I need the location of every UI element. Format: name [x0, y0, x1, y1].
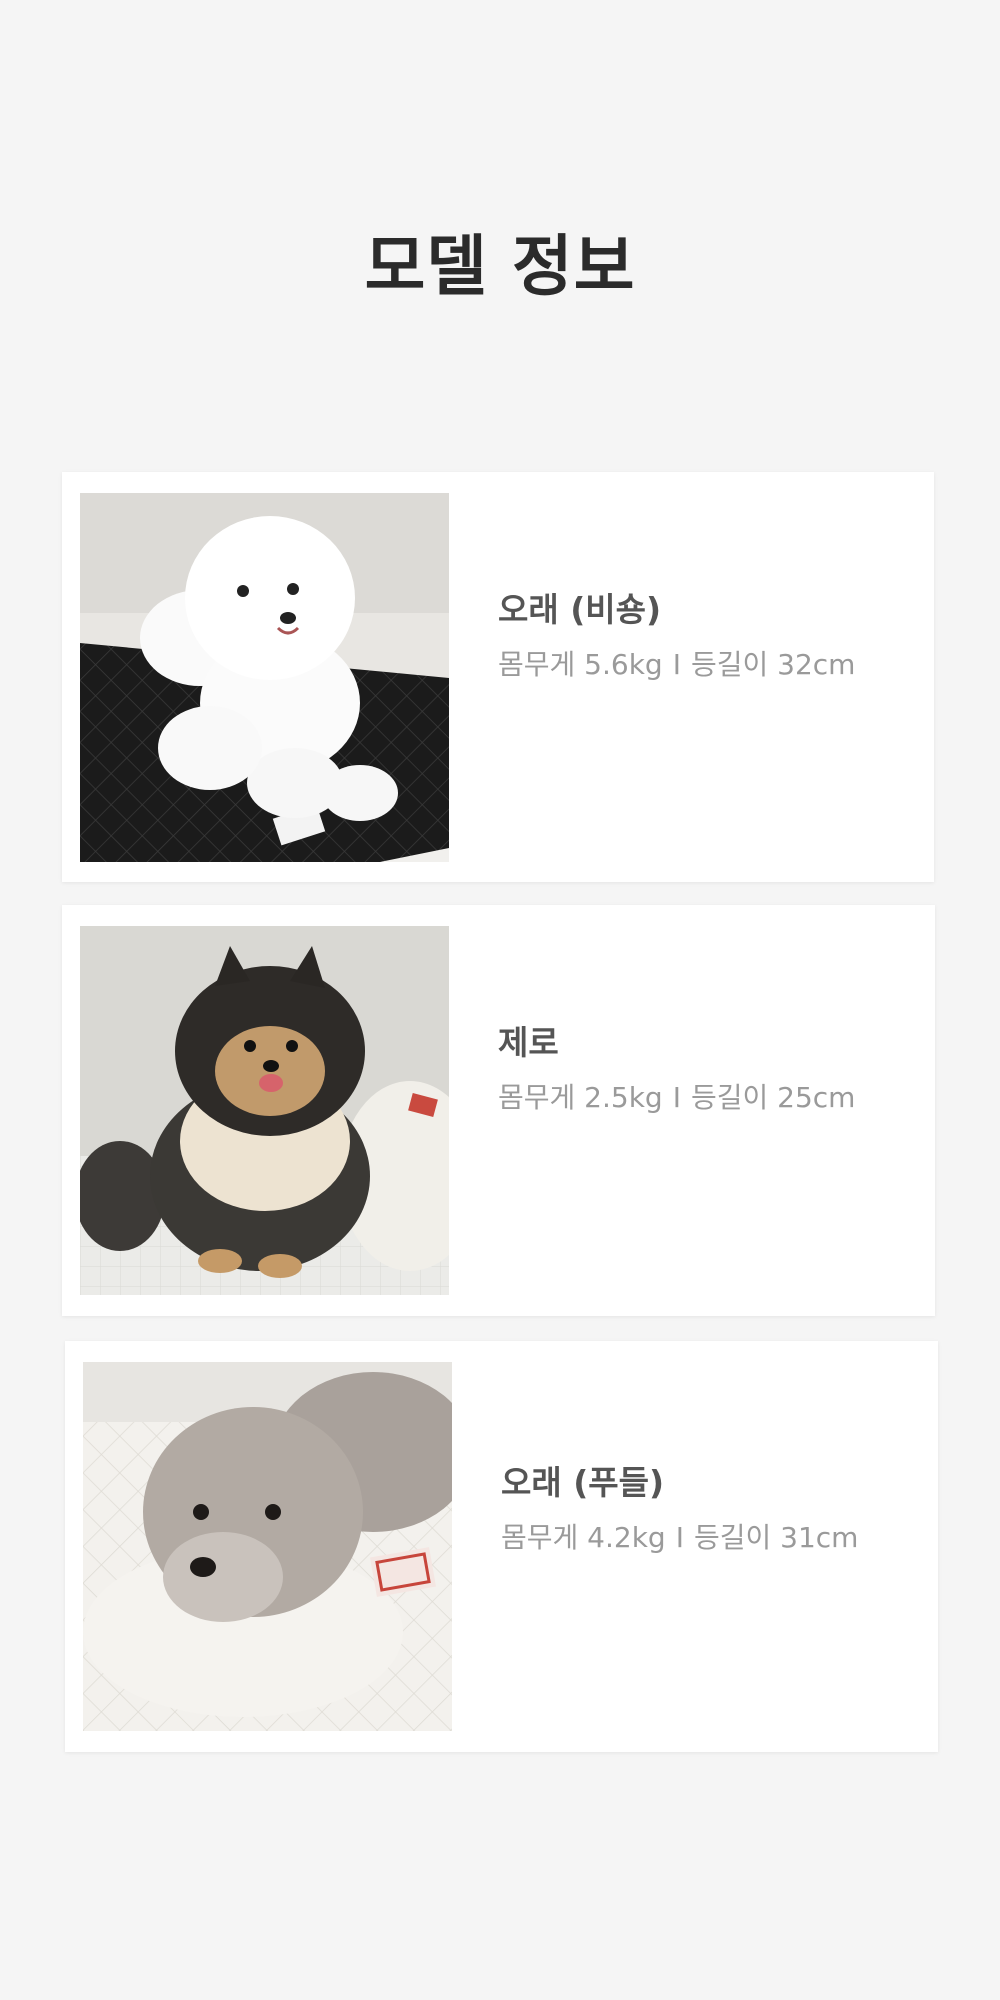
model-card: 오래 (비숑) 몸무게 5.6kg I 등길이 32cm	[62, 472, 934, 882]
model-stats: 몸무게 5.6kg I 등길이 32cm	[498, 648, 918, 682]
stat-separator: I	[675, 1520, 684, 1554]
model-photo-poodle	[83, 1362, 452, 1731]
model-photo-bichon	[80, 493, 449, 862]
model-name: 제로	[498, 1023, 559, 1062]
model-stats: 몸무게 2.5kg I 등길이 25cm	[498, 1081, 918, 1115]
model-back-length: 등길이 25cm	[690, 1080, 856, 1114]
model-weight: 몸무게 5.6kg	[498, 647, 663, 681]
model-weight: 몸무게 4.2kg	[501, 1520, 666, 1554]
model-card: 오래 (푸들) 몸무게 4.2kg I 등길이 31cm	[65, 1341, 938, 1752]
model-weight: 몸무게 2.5kg	[498, 1080, 663, 1114]
model-back-length: 등길이 31cm	[693, 1520, 859, 1554]
model-name: 오래 (푸들)	[501, 1463, 665, 1502]
page-title: 모델 정보	[364, 228, 636, 306]
model-name: 오래 (비숑)	[498, 590, 662, 629]
model-card: 제로 몸무게 2.5kg I 등길이 25cm	[62, 905, 935, 1316]
model-photo-pomeranian	[80, 926, 449, 1295]
stat-separator: I	[672, 1080, 681, 1114]
model-stats: 몸무게 4.2kg I 등길이 31cm	[501, 1521, 921, 1555]
stat-separator: I	[672, 647, 681, 681]
model-back-length: 등길이 32cm	[690, 647, 856, 681]
